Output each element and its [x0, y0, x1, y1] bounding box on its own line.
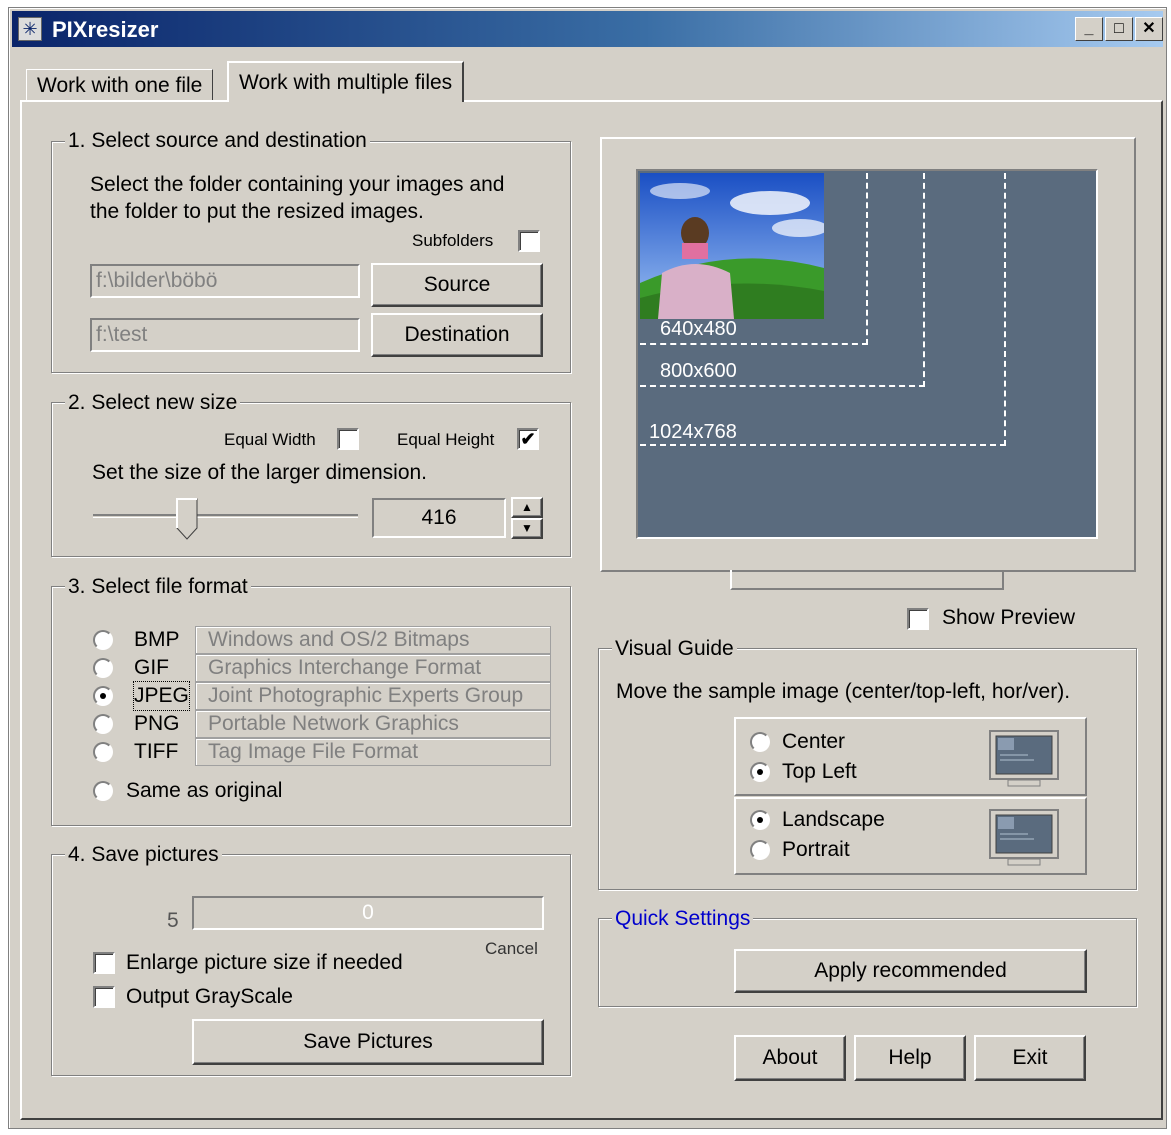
guide-1024x768-label: 1024x768 [649, 421, 737, 443]
orientation-landscape-radio[interactable] [750, 810, 770, 830]
equal-height-label: Equal Height [397, 430, 495, 449]
app-icon: ✳ [18, 17, 42, 41]
format-jpeg-label[interactable]: JPEG [133, 681, 190, 711]
up-arrow-icon: ▲ [521, 500, 533, 514]
source-button[interactable]: Source [371, 263, 543, 307]
save-pictures-button[interactable]: Save Pictures [192, 1019, 544, 1065]
subfolders-checkbox[interactable] [518, 230, 540, 252]
maximize-button[interactable]: □ [1105, 17, 1133, 41]
checkmark-icon: ✔ [520, 429, 536, 449]
size-slider-track[interactable] [93, 514, 358, 518]
size-value-field[interactable]: 416 [372, 498, 506, 538]
destination-path-field[interactable]: f:\test [90, 318, 360, 352]
pixresizer-window: ✳ PIXresizer _ □ ✕ Work with one file Wo… [8, 7, 1167, 1129]
subfolders-label: Subfolders [412, 231, 494, 250]
orientation-portrait-radio[interactable] [750, 840, 770, 860]
grayscale-checkbox[interactable] [93, 986, 115, 1008]
format-tiff-label[interactable]: TIFF [134, 738, 178, 766]
equal-width-checkbox[interactable] [337, 428, 359, 450]
position-center-radio[interactable] [750, 732, 770, 752]
tab-work-with-one-file[interactable]: Work with one file [26, 69, 214, 101]
format-jpeg-description: Joint Photographic Experts Group [195, 682, 551, 710]
minimize-button[interactable]: _ [1075, 17, 1103, 41]
equal-width-label: Equal Width [224, 430, 316, 449]
close-icon: ✕ [1142, 20, 1156, 37]
about-button[interactable]: About [734, 1035, 846, 1081]
destination-button[interactable]: Destination [371, 313, 543, 357]
size-decrement-button[interactable]: ▼ [511, 518, 543, 539]
format-same-as-original-label[interactable]: Same as original [126, 778, 282, 804]
visual-guide-instruction: Move the sample image (center/top-left, … [616, 680, 1071, 703]
show-preview-label: Show Preview [942, 606, 1076, 629]
source-destination-group-label: 1. Select source and destination [65, 129, 370, 153]
source-dest-description-1: Select the folder containing your images… [90, 173, 505, 196]
down-arrow-icon: ▼ [521, 521, 533, 535]
enlarge-checkbox[interactable] [93, 952, 115, 974]
window-title: PIXresizer [52, 17, 159, 42]
orientation-monitor-icon [989, 809, 1059, 866]
equal-height-checkbox[interactable]: ✔ [517, 428, 539, 450]
guide-1024x768 [640, 173, 1006, 446]
format-tiff-description: Tag Image File Format [195, 738, 551, 766]
format-bmp-label[interactable]: BMP [134, 626, 180, 654]
format-png-label[interactable]: PNG [134, 710, 180, 738]
exit-button[interactable]: Exit [974, 1035, 1086, 1081]
tab-work-with-multiple-files[interactable]: Work with multiple files [227, 61, 465, 102]
new-size-group-label: 2. Select new size [65, 391, 241, 415]
visual-guide-group-label: Visual Guide [612, 637, 737, 661]
format-gif-label[interactable]: GIF [134, 654, 169, 682]
apply-recommended-button[interactable]: Apply recommended [734, 949, 1087, 993]
format-gif-radio[interactable] [93, 658, 113, 678]
minimize-icon: _ [1084, 20, 1094, 37]
save-progress-text: 0 [362, 901, 374, 924]
monitor-stand [730, 570, 1004, 590]
position-top-left-label[interactable]: Top Left [782, 759, 857, 785]
grayscale-label: Output GrayScale [126, 985, 293, 1008]
orientation-landscape-label[interactable]: Landscape [782, 807, 885, 833]
source-path-field[interactable]: f:\bilder\böbö [90, 264, 360, 298]
save-pictures-group-label: 4. Save pictures [65, 843, 222, 867]
format-bmp-radio[interactable] [93, 630, 113, 650]
format-same-as-original-radio[interactable] [93, 781, 113, 801]
help-button[interactable]: Help [854, 1035, 966, 1081]
title-bar[interactable]: ✳ PIXresizer _ □ ✕ [12, 11, 1163, 47]
source-dest-description-2: the folder to put the resized images. [90, 200, 424, 223]
cancel-button[interactable]: Cancel [485, 936, 538, 962]
position-center-label[interactable]: Center [782, 729, 845, 755]
size-slider-thumb[interactable] [176, 498, 198, 540]
enlarge-label: Enlarge picture size if needed [126, 951, 403, 974]
position-monitor-icon [989, 730, 1059, 787]
format-bmp-description: Windows and OS/2 Bitmaps [195, 626, 551, 654]
format-png-description: Portable Network Graphics [195, 710, 551, 738]
format-jpeg-radio[interactable] [93, 686, 113, 706]
position-top-left-radio[interactable] [750, 762, 770, 782]
quick-settings-group-label: Quick Settings [612, 907, 754, 931]
save-progress-bar: 0 [192, 896, 544, 930]
close-button[interactable]: ✕ [1135, 17, 1163, 41]
size-increment-button[interactable]: ▲ [511, 497, 543, 518]
maximize-icon: □ [1114, 20, 1124, 37]
orientation-portrait-label[interactable]: Portrait [782, 837, 850, 863]
format-gif-description: Graphics Interchange Format [195, 654, 551, 682]
guide-800x600-label: 800x600 [660, 360, 737, 382]
file-format-group-label: 3. Select file format [65, 575, 251, 599]
format-png-radio[interactable] [93, 714, 113, 734]
size-instruction: Set the size of the larger dimension. [92, 461, 428, 484]
show-preview-checkbox[interactable] [907, 608, 929, 630]
save-count: 5 [167, 909, 179, 932]
guide-640x480-label: 640x480 [660, 318, 737, 340]
format-tiff-radio[interactable] [93, 742, 113, 762]
